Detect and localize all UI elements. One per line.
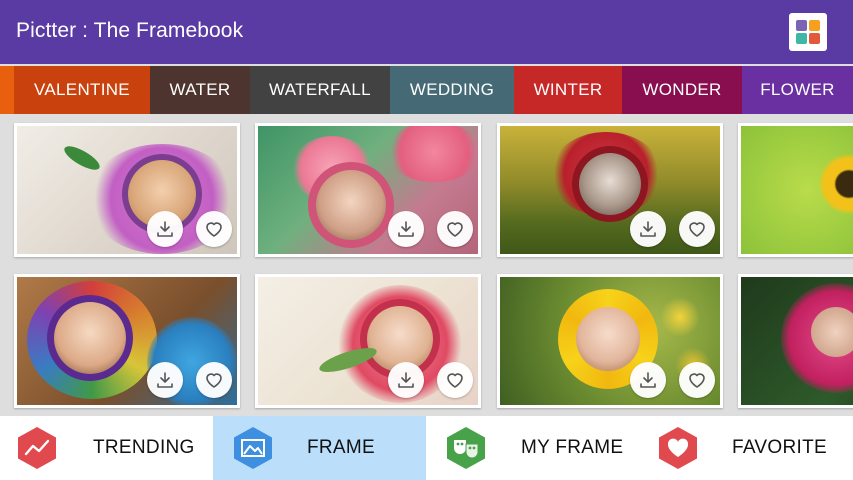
- trending-icon: [18, 427, 56, 469]
- heart-icon: [659, 427, 697, 469]
- grid-square-2: [809, 20, 820, 31]
- frame-card[interactable]: [497, 123, 723, 257]
- category-winter[interactable]: WINTER: [514, 66, 622, 114]
- heart-outline-icon[interactable]: [679, 362, 715, 398]
- frame-card[interactable]: [14, 274, 240, 408]
- bottom-navigation: TRENDING FRAME MY FRAME FAVORITE: [0, 416, 853, 480]
- tab-frame-label: FRAME: [307, 437, 375, 458]
- tab-trending-label: TRENDING: [93, 437, 195, 458]
- download-icon[interactable]: [147, 211, 183, 247]
- category-flower[interactable]: FLOWER: [742, 66, 853, 114]
- grid-square-1: [796, 20, 807, 31]
- frame-icon: [234, 427, 272, 469]
- frame-card[interactable]: [255, 274, 481, 408]
- frame-card[interactable]: [738, 123, 853, 257]
- category-waterfall[interactable]: WATERFALL: [250, 66, 390, 114]
- theater-masks-icon: [447, 427, 485, 469]
- grid-square-3: [796, 33, 807, 44]
- app-bar: Pictter : The Framebook: [0, 0, 853, 64]
- tab-frame[interactable]: FRAME: [213, 416, 426, 480]
- grid-square-4: [809, 33, 820, 44]
- grid-icon[interactable]: [789, 13, 827, 51]
- heart-outline-icon[interactable]: [196, 362, 232, 398]
- tab-trending[interactable]: TRENDING: [0, 416, 213, 480]
- frame-card[interactable]: [255, 123, 481, 257]
- download-icon[interactable]: [630, 211, 666, 247]
- tab-my-frame[interactable]: MY FRAME: [426, 416, 639, 480]
- category-wonder[interactable]: WONDER: [622, 66, 742, 114]
- category-water[interactable]: WATER: [150, 66, 250, 114]
- category-valentine[interactable]: VALENTINE: [14, 66, 150, 114]
- download-icon[interactable]: [147, 362, 183, 398]
- heart-outline-icon[interactable]: [437, 211, 473, 247]
- download-icon[interactable]: [388, 211, 424, 247]
- app-title: Pictter : The Framebook: [16, 19, 244, 42]
- frame-card[interactable]: [497, 274, 723, 408]
- frame-card[interactable]: [14, 123, 240, 257]
- category-wedding[interactable]: WEDDING: [390, 66, 514, 114]
- heart-outline-icon[interactable]: [679, 211, 715, 247]
- frames-grid: [0, 114, 853, 416]
- heart-outline-icon[interactable]: [437, 362, 473, 398]
- download-icon[interactable]: [388, 362, 424, 398]
- tab-favorite-label: FAVORITE: [732, 437, 827, 458]
- tab-my-frame-label: MY FRAME: [521, 437, 624, 458]
- frame-thumbnail: [741, 277, 853, 405]
- tab-favorite[interactable]: FAVORITE: [639, 416, 853, 480]
- download-icon[interactable]: [630, 362, 666, 398]
- frame-thumbnail: [741, 126, 853, 254]
- frame-card[interactable]: [738, 274, 853, 408]
- heart-outline-icon[interactable]: [196, 211, 232, 247]
- category-strip: VALENTINE WATER WATERFALL WEDDING WINTER…: [0, 66, 853, 114]
